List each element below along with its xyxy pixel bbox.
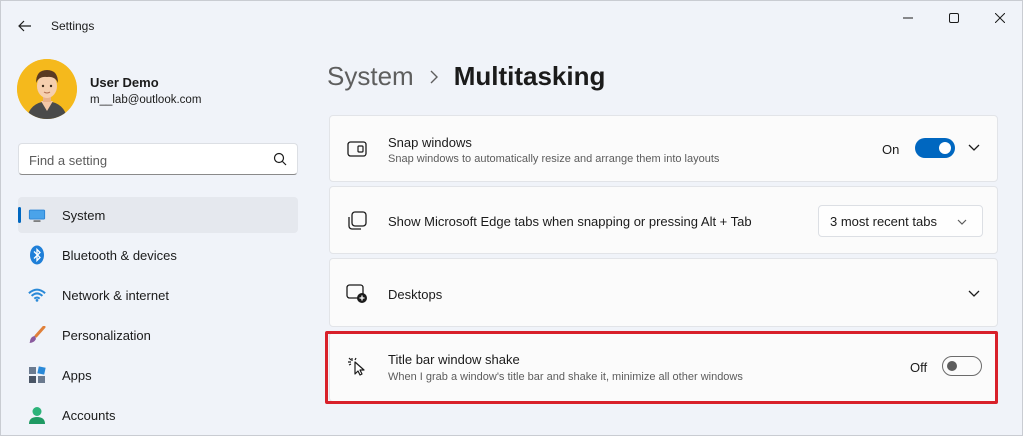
sidebar-item-label: System [62,208,106,223]
back-arrow-icon [18,20,31,32]
setting-description: Snap windows to automatically resize and… [388,153,720,165]
sidebar-item-apps[interactable]: Apps [18,357,298,393]
back-button[interactable] [11,12,39,40]
setting-title: Title bar window shake [388,352,520,367]
edge-tabs-card: Show Microsoft Edge tabs when snapping o… [329,186,998,254]
window-shake-card: Title bar window shake When I grab a win… [329,332,998,402]
breadcrumb-parent[interactable]: System [327,61,414,92]
edge-tabs-dropdown[interactable]: 3 most recent tabs [818,205,983,237]
close-icon [995,13,1005,23]
system-icon [28,206,46,224]
setting-title: Desktops [388,287,443,302]
brush-icon [28,326,46,344]
minimize-button[interactable] [885,1,931,35]
sidebar-nav: System Bluetooth & devices Network & int… [18,197,298,436]
snap-windows-card[interactable]: Snap windows Snap windows to automatical… [329,115,998,182]
dropdown-value: 3 most recent tabs [830,214,937,229]
minimize-icon [903,17,913,19]
setting-title: Show Microsoft Edge tabs when snapping o… [388,214,752,229]
app-title: Settings [51,19,95,33]
snap-windows-toggle[interactable] [915,138,955,158]
search-icon[interactable] [273,152,287,166]
toggle-state-label: On [882,142,900,157]
user-email: m__lab@outlook.com [90,94,202,106]
sidebar-item-label: Apps [62,368,92,383]
user-name: User Demo [90,75,159,90]
sidebar-item-label: Personalization [62,328,151,343]
maximize-icon [949,13,959,23]
search-box [18,143,298,175]
chevron-down-icon[interactable] [967,287,981,301]
breadcrumb: System Multitasking [327,61,605,92]
desktops-icon [346,283,368,305]
search-input[interactable] [29,150,259,170]
chevron-down-icon [957,219,967,225]
close-button[interactable] [977,1,1023,35]
sidebar-item-label: Network & internet [62,288,169,303]
chevron-down-icon[interactable] [967,141,981,155]
maximize-button[interactable] [931,1,977,35]
window-shake-icon [346,355,368,377]
sidebar-item-label: Accounts [62,408,116,423]
apps-icon [28,366,46,384]
wifi-icon [28,286,46,304]
desktops-card[interactable]: Desktops [329,258,998,327]
sidebar-item-network[interactable]: Network & internet [18,277,298,313]
bluetooth-icon [28,245,46,265]
sidebar-item-accounts[interactable]: Accounts [18,397,298,433]
setting-description: When I grab a window's title bar and sha… [388,371,743,383]
sidebar-item-system[interactable]: System [18,197,298,233]
user-avatar-icon [17,59,77,119]
sidebar-item-bluetooth[interactable]: Bluetooth & devices [18,237,298,273]
window-shake-toggle[interactable] [942,356,982,376]
sidebar-item-label: Bluetooth & devices [62,248,177,263]
avatar [17,59,77,119]
edge-tabs-icon [346,210,368,232]
settings-window: Settings User Demo m__lab@outlook.com Fi… [0,0,1023,436]
chevron-right-icon [430,70,440,84]
setting-title: Snap windows [388,135,472,150]
toggle-state-label: Off [910,360,928,375]
page-title: Multitasking [453,61,606,91]
accounts-icon [28,406,46,424]
snap-windows-icon [346,138,368,160]
title-bar: Settings [1,1,1022,49]
sidebar-item-personalization[interactable]: Personalization [18,317,298,353]
